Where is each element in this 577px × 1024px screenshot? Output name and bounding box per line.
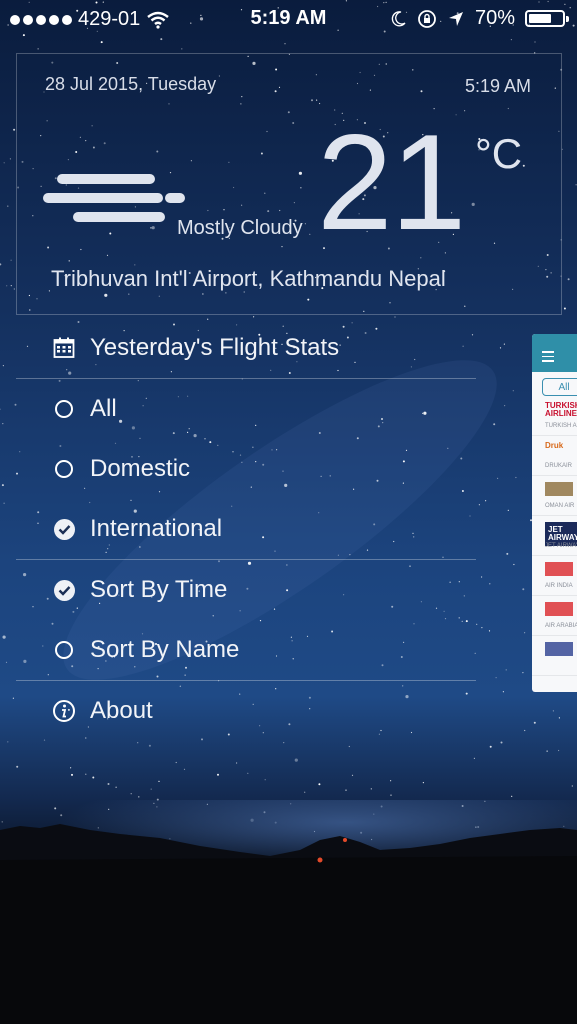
- info-icon: [53, 700, 75, 722]
- status-bar: 429-01 5:19 AM 70%: [0, 0, 577, 38]
- sort-by-time-label: Sort By Time: [90, 576, 228, 603]
- cloud-fog-icon: [43, 174, 185, 222]
- radio-unchecked-icon: [55, 400, 73, 418]
- about-label: About: [90, 697, 153, 724]
- filter-domestic-label: Domestic: [90, 455, 191, 482]
- filter-all-label: All: [90, 395, 117, 422]
- menu-header-label: Yesterday's Flight Stats: [90, 334, 340, 361]
- airline-row[interactable]: TURKISH AIRLINES TURKISH AI: [532, 396, 577, 436]
- airline-name: AIR ARABIA: [545, 623, 577, 629]
- battery-icon: [525, 10, 569, 27]
- airline-name: TURKISH AI: [545, 423, 577, 429]
- airline-logo: [545, 642, 573, 656]
- hamburger-menu-icon[interactable]: [542, 351, 554, 365]
- sort-by-name-option[interactable]: Sort By Name: [16, 620, 476, 680]
- weather-time: 5:19 AM: [464, 76, 531, 96]
- filter-all-option[interactable]: All: [16, 379, 476, 439]
- rotation-lock-icon: [418, 9, 436, 28]
- airline-logo: TURKISH AIRLINES: [545, 401, 577, 418]
- mountain-silhouette: [0, 800, 577, 1024]
- menu-flight-stats-header[interactable]: Yesterday's Flight Stats: [16, 318, 476, 378]
- radio-unchecked-icon: [55, 641, 73, 659]
- radio-unchecked-icon: [55, 460, 73, 478]
- about-menu-item[interactable]: About: [16, 681, 476, 741]
- airline-name: DRUKAIR: [545, 463, 573, 469]
- temperature-unit: °C: [475, 130, 523, 177]
- airline-row[interactable]: JET AIRWAYSJET AIRWAY: [532, 516, 577, 556]
- airline-logo: [545, 562, 573, 576]
- calendar-icon: [53, 337, 75, 358]
- filter-pill[interactable]: All: [542, 378, 577, 396]
- battery-percent: 70%: [474, 7, 515, 29]
- weather-condition: Mostly Cloudy: [177, 217, 303, 239]
- airline-name: AIR INDIA: [545, 583, 573, 589]
- filter-international-label: International: [90, 515, 223, 542]
- airline-logo: [545, 602, 573, 616]
- airline-name: JET AIRWAY: [545, 543, 577, 549]
- airline-row[interactable]: [532, 636, 577, 676]
- moon-icon: [391, 10, 406, 26]
- weather-date: 28 Jul 2015, Tuesday: [45, 74, 217, 94]
- temperature-value: 21: [317, 106, 466, 258]
- airline-list: TURKISH AIRLINES TURKISH AI Druk DRUKAIR OMA…: [532, 396, 577, 676]
- panel-navbar: [532, 334, 577, 372]
- checkmark-circle-icon: [53, 518, 75, 540]
- filter-international-option[interactable]: International: [16, 499, 476, 559]
- side-menu: Yesterday's Flight Stats All Domestic In…: [16, 318, 476, 741]
- airline-name: OMAN AIR: [545, 503, 575, 509]
- sort-by-name-label: Sort By Name: [90, 636, 240, 663]
- weather-location: Tribhuvan Int'l Airport, Kathmandu Nepal: [51, 266, 446, 291]
- status-indicators: 70%: [389, 7, 569, 30]
- sort-by-time-option[interactable]: Sort By Time: [16, 560, 476, 620]
- checkmark-circle-icon: [53, 579, 75, 601]
- airline-row[interactable]: AIR INDIA: [532, 556, 577, 596]
- airline-logo: Druk: [545, 441, 564, 450]
- airline-row[interactable]: AIR ARABIA: [532, 596, 577, 636]
- airline-row[interactable]: Druk DRUKAIR: [532, 436, 577, 476]
- airline-logo: [545, 482, 573, 496]
- weather-card: 28 Jul 2015, Tuesday 5:19 AM Mostly Clou…: [16, 53, 562, 315]
- airline-row[interactable]: OMAN AIR: [532, 476, 577, 516]
- filter-domestic-option[interactable]: Domestic: [16, 439, 476, 499]
- location-arrow-icon: [448, 11, 463, 26]
- main-content-panel-peek[interactable]: All TURKISH AIRLINES TURKISH AI Druk DRUKAI…: [532, 334, 577, 692]
